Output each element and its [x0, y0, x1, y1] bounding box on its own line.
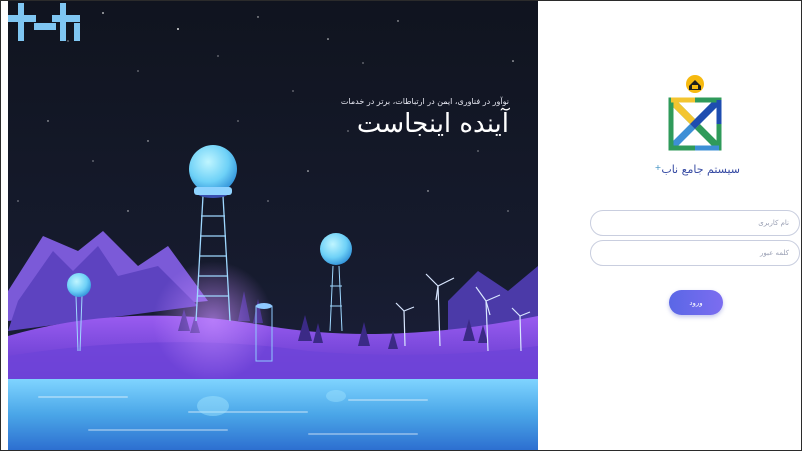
login-window: نوآور در فناوری، ایمن در ارتباطات، برتر … — [0, 0, 802, 451]
system-logo-icon — [668, 75, 722, 151]
night-landscape-illustration — [8, 1, 538, 450]
hero-illustration-panel: نوآور در فناوری، ایمن در ارتباطات، برتر … — [8, 1, 538, 450]
system-title-text: سیستم جامع ناب — [661, 163, 740, 176]
login-button[interactable]: ورود — [669, 290, 723, 315]
hero-tagline: نوآور در فناوری، ایمن در ارتباطات، برتر … — [340, 97, 509, 106]
password-input[interactable] — [590, 240, 800, 266]
login-panel: سیستم جامع ناب+ ورود — [538, 1, 801, 450]
hero-headline: آینده اینجاست — [356, 109, 509, 139]
brand-logo-icon — [8, 3, 80, 41]
system-title: سیستم جامع ناب+ — [655, 163, 740, 176]
username-input[interactable] — [590, 210, 800, 236]
